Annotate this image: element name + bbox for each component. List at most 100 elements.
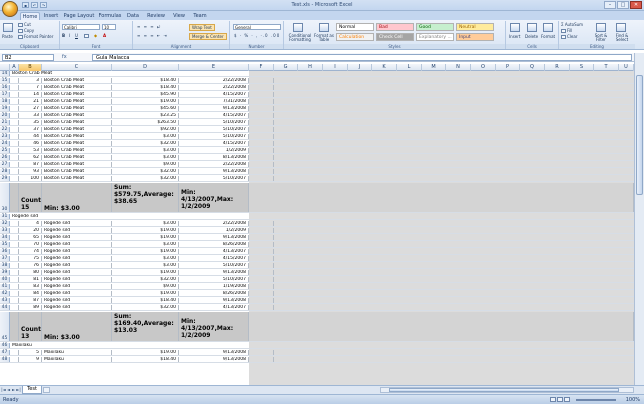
id-cell[interactable]: 3 (19, 78, 42, 83)
price-cell[interactable]: $32.00 (112, 176, 179, 181)
cut-button[interactable]: Cut (18, 22, 31, 27)
empty-area[interactable] (249, 183, 634, 212)
price-cell[interactable]: $19.00 (112, 228, 179, 233)
cell-style-5[interactable]: Check Cell (376, 33, 414, 41)
id-cell[interactable]: 35 (19, 120, 42, 125)
empty-cell[interactable] (249, 305, 274, 310)
row-header[interactable]: 36 (0, 249, 10, 254)
row-header[interactable]: 34 (0, 235, 10, 240)
group-header-cell[interactable]: Boston Crab Meat (10, 71, 130, 76)
column-header-h[interactable]: H (298, 64, 323, 71)
row-header[interactable]: 26 (0, 155, 10, 160)
id-cell[interactable]: 33 (19, 113, 42, 118)
cell-style-0[interactable]: Normal (336, 23, 374, 31)
date-cell[interactable]: 4/15/2007 (179, 141, 249, 146)
price-cell[interactable]: $3.00 (112, 256, 179, 261)
copy-button[interactable]: Copy (18, 28, 34, 33)
price-cell[interactable]: $32.00 (112, 141, 179, 146)
min-price-cell[interactable]: Min: $3.00 (42, 312, 112, 341)
cell-style-6[interactable]: Explanatory ... (416, 33, 454, 41)
date-cell[interactable]: 9/13/2008 (179, 357, 249, 362)
empty-cell[interactable] (249, 78, 274, 83)
id-cell[interactable]: 53 (19, 148, 42, 153)
date-cell[interactable]: 8/13/2008 (179, 155, 249, 160)
insert-sheet-icon[interactable] (43, 387, 50, 393)
date-cell[interactable]: 4/13/2007 (179, 249, 249, 254)
product-cell[interactable]: Boston Crab Meat (42, 169, 112, 174)
row-header[interactable]: 31 (0, 214, 10, 219)
empty-area[interactable] (249, 312, 634, 341)
id-cell[interactable]: 14 (19, 92, 42, 97)
empty-cell[interactable] (10, 134, 19, 139)
product-cell[interactable]: Maxilaku (42, 350, 112, 355)
price-cell[interactable]: $19.00 (112, 99, 179, 104)
empty-cell[interactable] (249, 134, 274, 139)
product-cell[interactable]: Boston Crab Meat (42, 85, 112, 90)
date-cell[interactable]: 4/13/2007 (179, 305, 249, 310)
empty-cell[interactable] (10, 263, 19, 268)
row-header[interactable]: 23 (0, 134, 10, 139)
empty-cell[interactable] (249, 176, 274, 181)
paste-button[interactable]: Paste (2, 34, 13, 39)
min-price-cell[interactable]: Min: $3.00 (42, 183, 112, 212)
id-cell[interactable]: 65 (19, 235, 42, 240)
id-cell[interactable]: 83 (19, 284, 42, 289)
row-header[interactable]: 47 (0, 350, 10, 355)
cell-style-3[interactable]: Neutral (456, 23, 494, 31)
row-header[interactable]: 32 (0, 221, 10, 226)
format-painter-button[interactable]: Format Painter (18, 34, 53, 39)
empty-cell[interactable] (249, 92, 274, 97)
wrap-text-button[interactable]: Wrap Text (189, 24, 215, 31)
product-cell[interactable]: Boston Crab Meat (42, 78, 112, 83)
empty-cell[interactable] (10, 127, 19, 132)
price-cell[interactable]: $19.00 (112, 249, 179, 254)
empty-cell[interactable] (249, 85, 274, 90)
tab-review[interactable]: Review (146, 12, 166, 20)
number-format-buttons[interactable]: $ · % · , ·.0 .00 (234, 33, 280, 38)
id-cell[interactable]: 5 (19, 350, 42, 355)
row-header[interactable]: 33 (0, 228, 10, 233)
product-cell[interactable]: Rogede sild (42, 249, 112, 254)
product-cell[interactable]: Rogede sild (42, 305, 112, 310)
page-break-view-icon[interactable] (564, 397, 570, 402)
empty-cell[interactable] (10, 277, 19, 282)
empty-cell[interactable] (249, 120, 274, 125)
date-cell[interactable]: 4/15/2007 (179, 92, 249, 97)
date-cell[interactable]: 1/2/2009 (179, 148, 249, 153)
empty-cell[interactable] (10, 155, 19, 160)
row-header[interactable]: 46 (0, 343, 10, 348)
merge-center-button[interactable]: Merge & Center (189, 33, 227, 40)
empty-cell[interactable] (249, 270, 274, 275)
price-cell[interactable]: $3.00 (112, 242, 179, 247)
italic-button[interactable]: I (69, 33, 70, 38)
empty-cell[interactable] (249, 277, 274, 282)
id-cell[interactable]: 76 (19, 263, 42, 268)
date-cell[interactable]: 9/13/2008 (179, 298, 249, 303)
row-header[interactable]: 45 (0, 312, 10, 341)
conditional-formatting-button[interactable]: Conditional Formatting (286, 34, 314, 42)
row-header[interactable]: 20 (0, 113, 10, 118)
column-header-g[interactable]: G (274, 64, 298, 71)
empty-cell[interactable] (249, 228, 274, 233)
tab-view[interactable]: View (171, 12, 187, 20)
product-cell[interactable]: Boston Crab Meat (42, 92, 112, 97)
id-cell[interactable]: 87 (19, 162, 42, 167)
column-header-j[interactable]: J (348, 64, 372, 71)
price-cell[interactable]: $19.00 (112, 291, 179, 296)
empty-cell[interactable] (249, 235, 274, 240)
row-header[interactable]: 21 (0, 120, 10, 125)
row-header[interactable]: 37 (0, 256, 10, 261)
empty-cell[interactable] (10, 305, 19, 310)
fx-icon[interactable]: fx (62, 54, 86, 61)
tab-page-layout[interactable]: Page Layout (62, 12, 96, 20)
sheet-tab-test[interactable]: Test (22, 386, 42, 394)
column-header-t[interactable]: T (594, 64, 619, 71)
worksheet-grid[interactable]: 14 Boston Crab Meat 15 3 Boston Crab Meat $18… (0, 71, 634, 385)
formula-input[interactable]: Gula Malacca (92, 54, 632, 61)
column-header-s[interactable]: S (570, 64, 594, 71)
group-header-cell[interactable]: Rogede sild (10, 214, 130, 219)
normal-view-icon[interactable] (550, 397, 556, 402)
product-cell[interactable]: Rogede sild (42, 221, 112, 226)
product-cell[interactable]: Rogede sild (42, 256, 112, 261)
product-cell[interactable]: Boston Crab Meat (42, 162, 112, 167)
